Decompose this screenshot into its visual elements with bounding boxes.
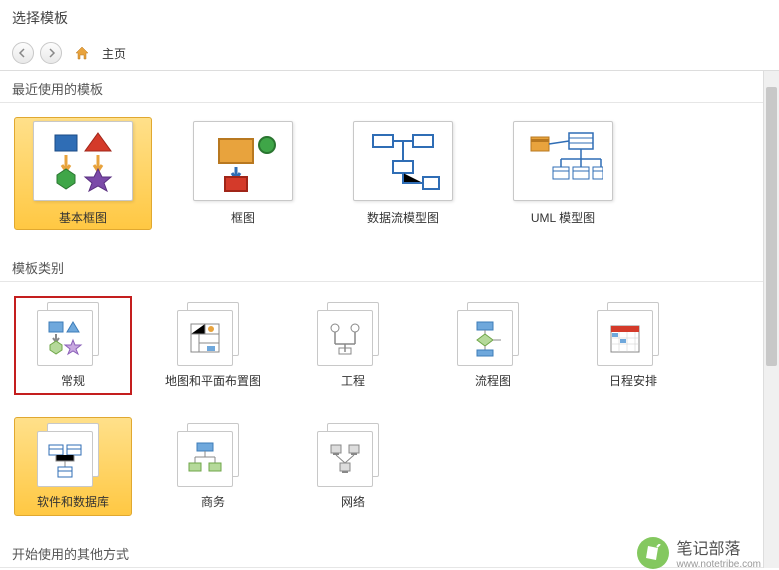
template-thumb	[33, 121, 133, 201]
category-label: 流程图	[475, 372, 511, 389]
category-thumb	[37, 302, 109, 366]
category-maps-floor[interactable]: 地图和平面布置图	[154, 296, 272, 395]
watermark-url: www.notetribe.com	[677, 559, 761, 570]
template-label: 基本框图	[59, 209, 107, 226]
recent-templates-label: 最近使用的模板	[0, 71, 779, 103]
categories-row: 常规 地图和平面布置图	[0, 282, 779, 536]
category-engineering[interactable]: 工程	[294, 296, 412, 395]
vertical-scrollbar[interactable]	[763, 71, 779, 568]
nav-forward-button[interactable]	[40, 42, 62, 64]
template-thumb	[353, 121, 453, 201]
template-block[interactable]: 框图	[174, 117, 312, 230]
category-label: 常规	[61, 372, 85, 389]
categories-label: 模板类别	[0, 250, 779, 282]
home-link[interactable]: 主页	[102, 45, 126, 62]
template-label: 框图	[231, 209, 255, 226]
template-dataflow[interactable]: 数据流模型图	[334, 117, 472, 230]
category-general[interactable]: 常规	[14, 296, 132, 395]
category-thumb	[177, 423, 249, 487]
category-label: 网络	[341, 493, 365, 510]
home-icon	[74, 45, 90, 61]
recent-templates-row: 基本框图 框图	[0, 103, 779, 250]
category-label: 商务	[201, 493, 225, 510]
category-business[interactable]: 商务	[154, 417, 272, 516]
category-label: 日程安排	[609, 372, 657, 389]
template-label: UML 模型图	[531, 209, 595, 226]
category-software-db[interactable]: 软件和数据库	[14, 417, 132, 516]
template-thumb	[513, 121, 613, 201]
watermark: 笔记部落 www.notetribe.com	[637, 535, 761, 570]
page-title: 选择模板	[0, 0, 779, 36]
template-basic-block[interactable]: 基本框图	[14, 117, 152, 230]
template-label: 数据流模型图	[367, 209, 439, 226]
nav-back-button[interactable]	[12, 42, 34, 64]
template-uml[interactable]: UML 模型图	[494, 117, 632, 230]
watermark-title: 笔记部落	[677, 535, 761, 559]
category-label: 地图和平面布置图	[165, 372, 261, 389]
category-thumb	[457, 302, 529, 366]
template-thumb	[193, 121, 293, 201]
category-label: 软件和数据库	[37, 493, 109, 510]
content-area: 最近使用的模板 基本框图	[0, 71, 779, 568]
category-network[interactable]: 网络	[294, 417, 412, 516]
category-thumb	[317, 423, 389, 487]
category-label: 工程	[341, 372, 365, 389]
category-thumb	[37, 423, 109, 487]
category-schedule[interactable]: 日程安排	[574, 296, 692, 395]
category-thumb	[317, 302, 389, 366]
nav-bar: 主页	[0, 36, 779, 71]
category-flowchart[interactable]: 流程图	[434, 296, 552, 395]
category-thumb	[177, 302, 249, 366]
watermark-badge-icon	[637, 537, 669, 569]
category-thumb	[597, 302, 669, 366]
